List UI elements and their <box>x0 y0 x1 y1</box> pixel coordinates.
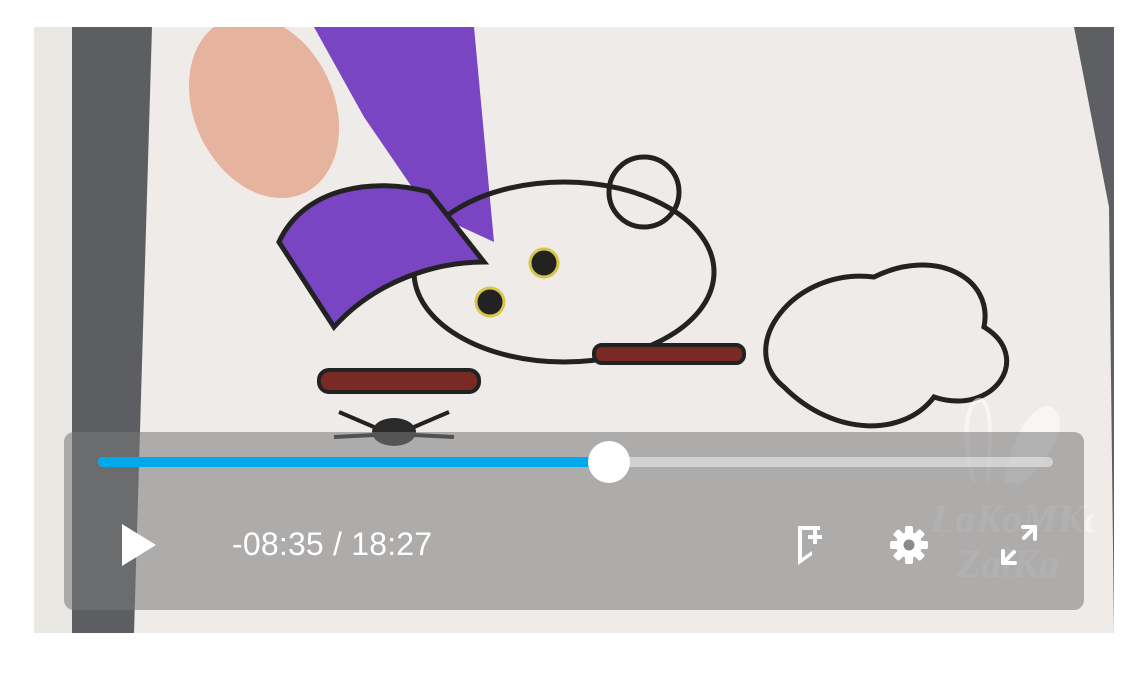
settings-button[interactable] <box>884 520 934 570</box>
play-icon <box>122 524 156 566</box>
bookmark-plus-icon <box>798 526 822 565</box>
current-time: -08:35 <box>232 526 324 562</box>
fullscreen-expand-icon <box>1001 525 1037 565</box>
time-display: -08:35 / 18:27 <box>232 526 432 563</box>
progress-fill <box>98 457 609 467</box>
play-button[interactable] <box>114 520 164 570</box>
add-to-queue-button[interactable] <box>786 520 836 570</box>
fullscreen-button[interactable] <box>994 520 1044 570</box>
player-controls: -08:35 / 18:27 <box>64 432 1084 610</box>
progress-handle[interactable] <box>587 441 630 483</box>
duration: 18:27 <box>351 526 433 562</box>
progress-bar[interactable] <box>98 441 1053 483</box>
time-separator: / <box>323 526 352 562</box>
gear-icon <box>890 526 928 564</box>
